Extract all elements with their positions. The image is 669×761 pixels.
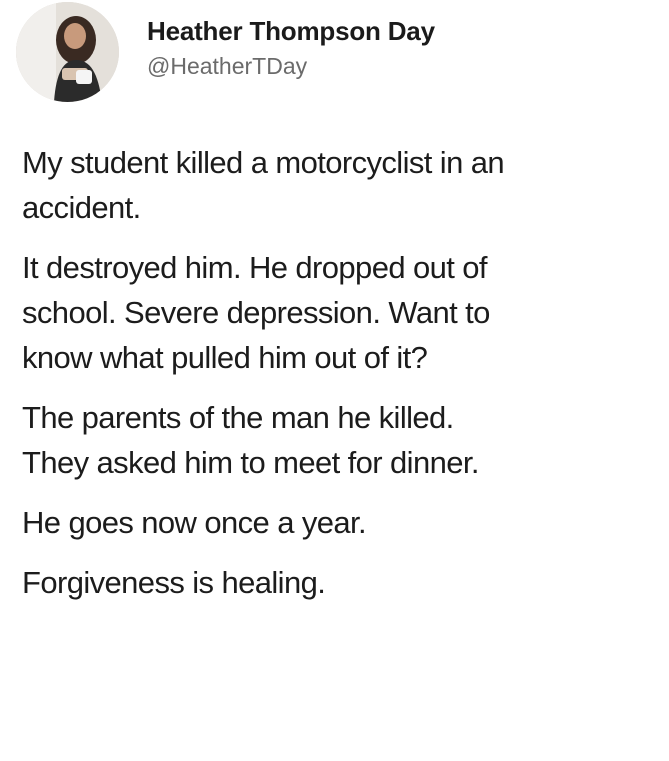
tweet-paragraph: Forgiveness is healing. xyxy=(22,560,652,605)
author-display-name[interactable]: Heather Thompson Day xyxy=(147,16,435,47)
tweet-line: Forgiveness is healing. xyxy=(22,565,326,600)
tweet-paragraph: The parents of the man he killed. They a… xyxy=(22,395,652,485)
tweet-body: My student killed a motorcyclist in an a… xyxy=(22,140,652,605)
tweet-line: My student killed a motorcyclist in an xyxy=(22,145,505,180)
tweet-line: It destroyed him. He dropped out of xyxy=(22,250,488,285)
tweet-line: know what pulled him out of it? xyxy=(22,340,428,375)
profile-photo-icon xyxy=(16,2,119,102)
tweet-line: school. Severe depression. Want to xyxy=(22,295,490,330)
tweet-paragraph: It destroyed him. He dropped out of scho… xyxy=(22,245,652,380)
avatar[interactable] xyxy=(16,2,119,102)
author-handle[interactable]: @HeatherTDay xyxy=(147,53,307,80)
tweet-line: He goes now once a year. xyxy=(22,505,367,540)
tweet-header: Heather Thompson Day @HeatherTDay xyxy=(16,2,656,102)
tweet-line: accident. xyxy=(22,190,141,225)
tweet-paragraph: He goes now once a year. xyxy=(22,500,652,545)
tweet-line: The parents of the man he killed. xyxy=(22,400,454,435)
tweet-line: They asked him to meet for dinner. xyxy=(22,445,480,480)
tweet-paragraph: My student killed a motorcyclist in an a… xyxy=(22,140,652,230)
tweet-card: Heather Thompson Day @HeatherTDay My stu… xyxy=(0,0,669,761)
